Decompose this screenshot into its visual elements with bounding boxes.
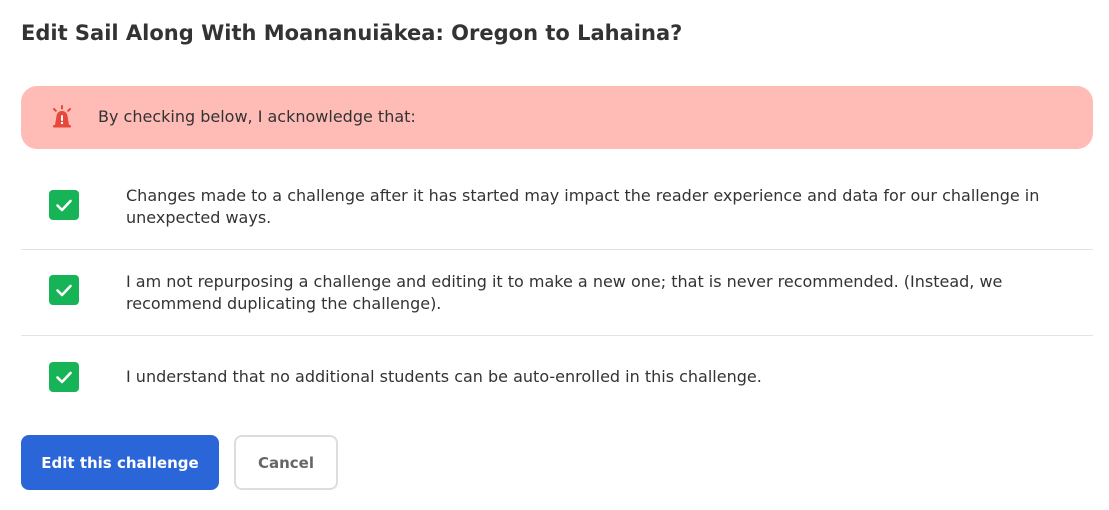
acknowledgement-item: I understand that no additional students… [21, 336, 1093, 416]
acknowledgement-text: I am not repurposing a challenge and edi… [126, 272, 1003, 313]
cancel-button[interactable]: Cancel [234, 435, 338, 490]
acknowledgement-checkbox[interactable] [49, 190, 79, 220]
acknowledge-alert: By checking below, I acknowledge that: [21, 86, 1093, 149]
edit-challenge-dialog: Edit Sail Along With Moananuiākea: Orego… [0, 0, 1109, 510]
edit-challenge-button[interactable]: Edit this challenge [21, 435, 219, 490]
acknowledgement-text: Changes made to a challenge after it has… [126, 186, 1040, 227]
alert-text: By checking below, I acknowledge that: [98, 107, 416, 126]
check-icon [56, 371, 72, 384]
acknowledgement-item: I am not repurposing a challenge and edi… [21, 250, 1093, 336]
acknowledgement-checkbox[interactable] [49, 362, 79, 392]
acknowledgement-list: Changes made to a challenge after it has… [21, 164, 1093, 416]
check-icon [56, 284, 72, 297]
warning-siren-icon [50, 105, 74, 129]
dialog-title: Edit Sail Along With Moananuiākea: Orego… [21, 21, 683, 45]
acknowledgement-text: I understand that no additional students… [126, 367, 762, 386]
acknowledgement-checkbox[interactable] [49, 275, 79, 305]
check-icon [56, 199, 72, 212]
acknowledgement-item: Changes made to a challenge after it has… [21, 164, 1093, 250]
